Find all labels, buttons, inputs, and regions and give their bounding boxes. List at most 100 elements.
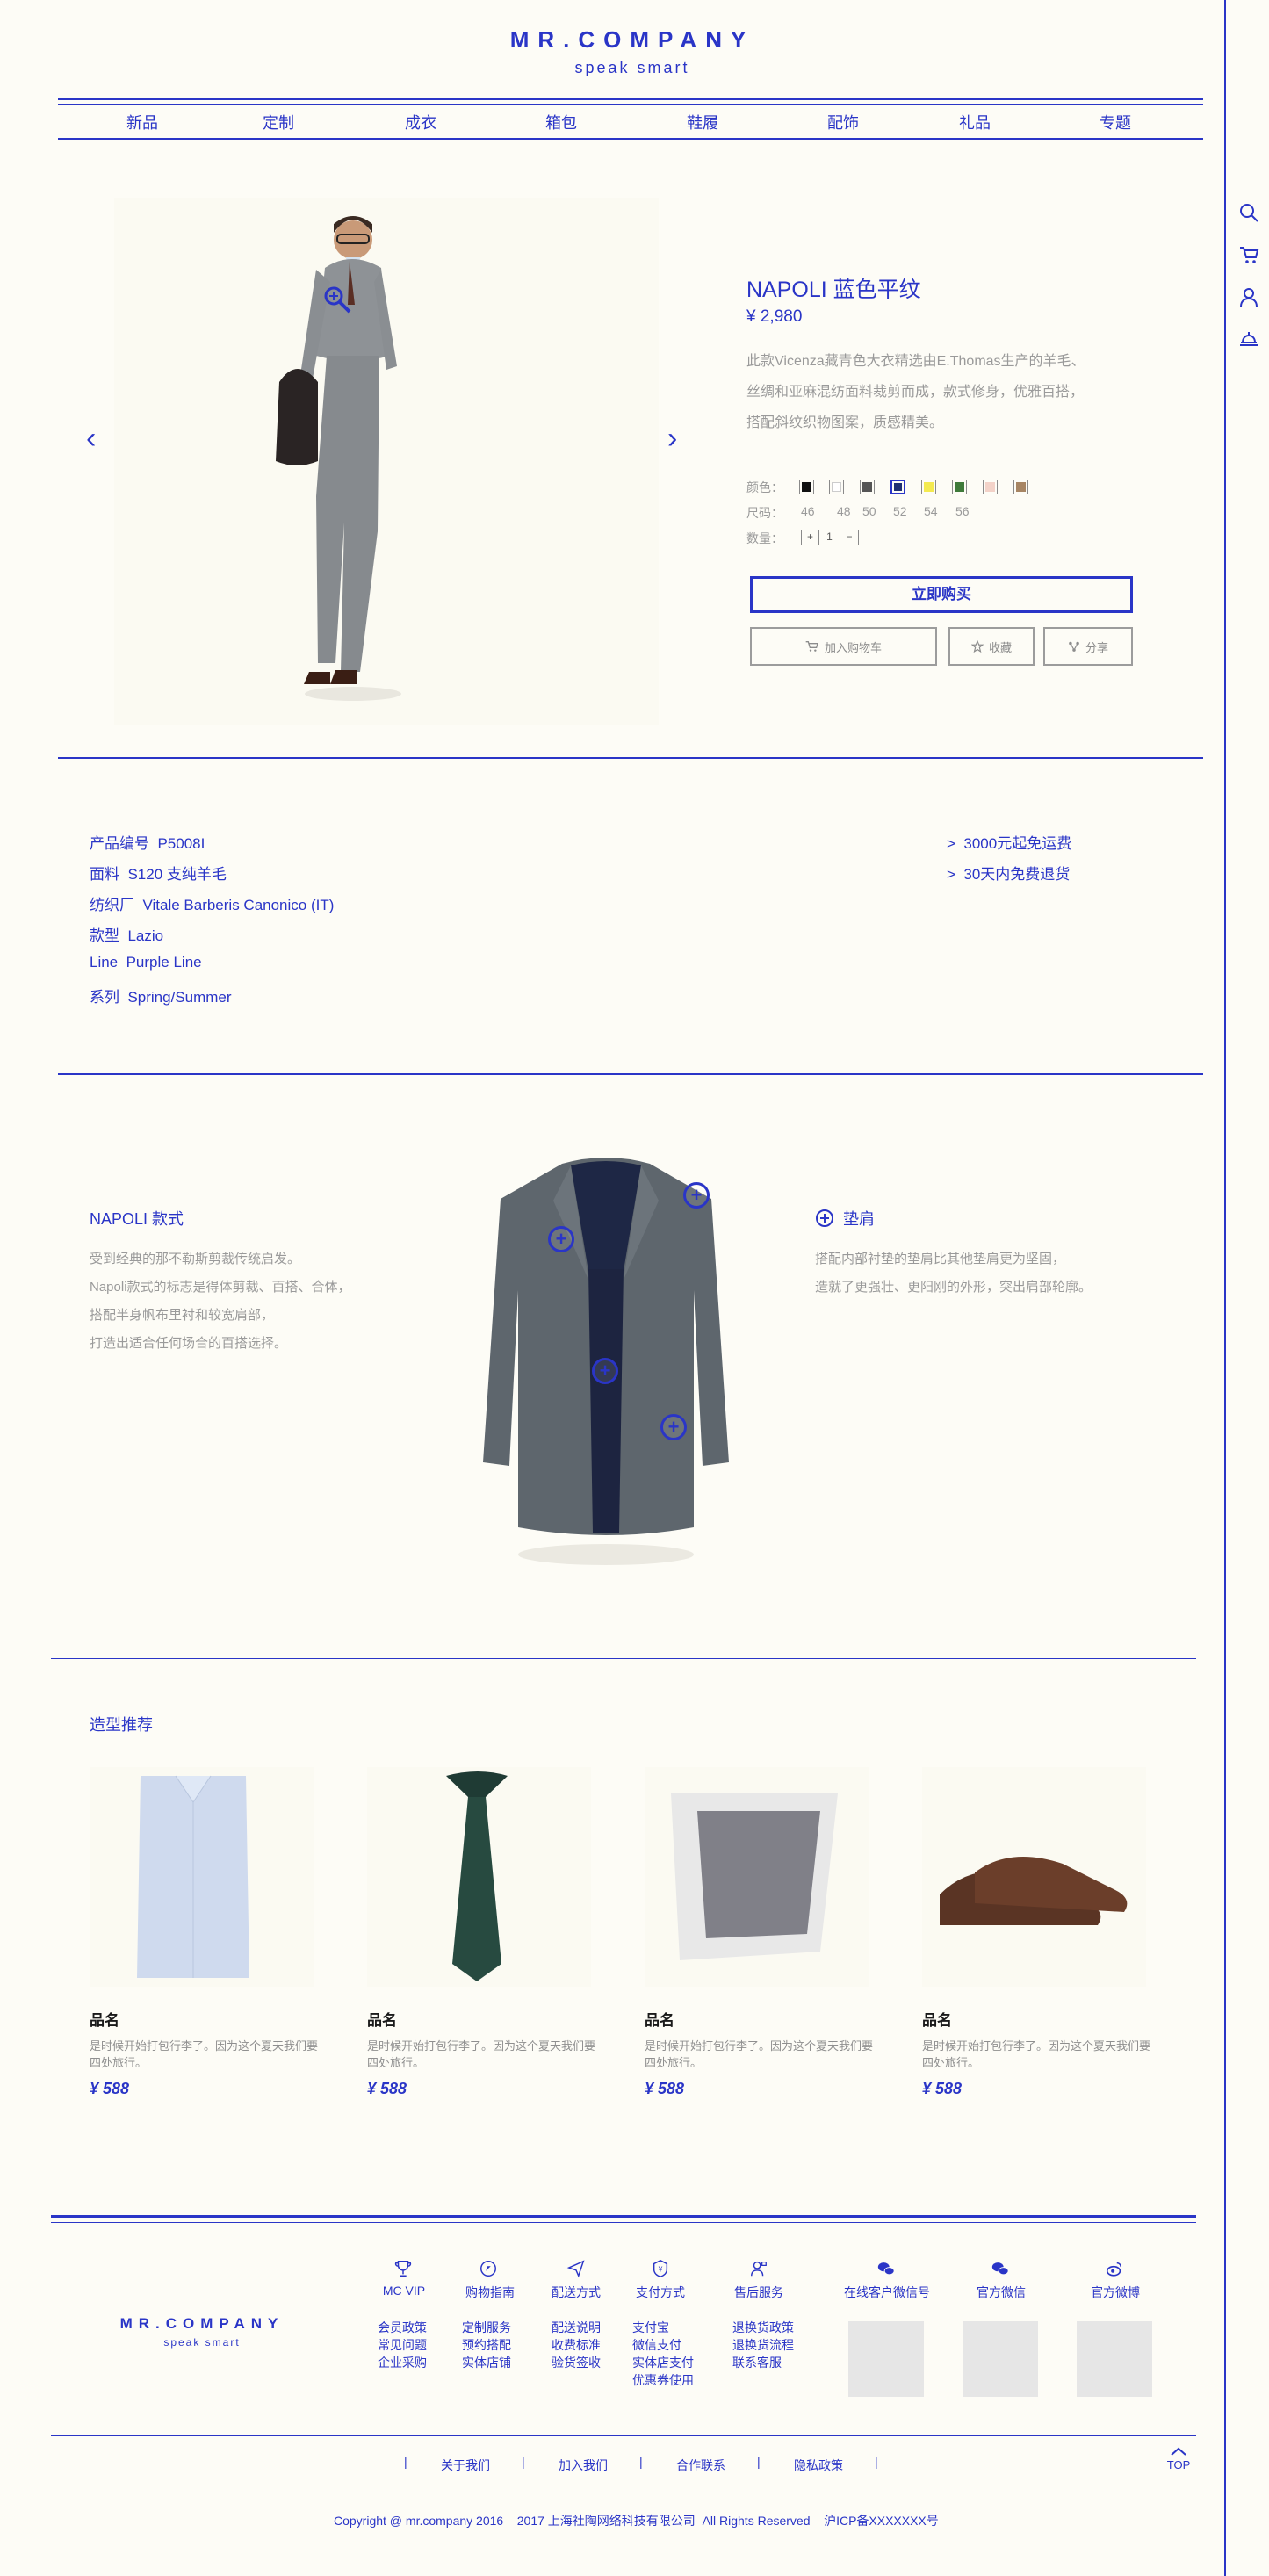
rec-item-shoes-image[interactable] <box>922 1767 1146 1987</box>
quantity-label: 数量： <box>746 531 783 545</box>
nav-item-shoes[interactable]: 鞋履 <box>667 111 738 133</box>
size-option[interactable]: 48 <box>837 504 851 518</box>
share-label: 分享 <box>1085 640 1108 654</box>
hotspot-plus-icon[interactable]: + <box>660 1414 687 1440</box>
footer-separator: | <box>404 2455 407 2469</box>
rec-item-price: ¥ 588 <box>367 2080 407 2097</box>
rec-item-shirt-image[interactable] <box>90 1767 314 1987</box>
nav-item-topics[interactable]: 专题 <box>1080 111 1150 133</box>
footer-col-title[interactable]: MC VIP <box>371 2284 437 2298</box>
size-option[interactable]: 52 <box>893 504 907 518</box>
chevron-up-icon <box>1171 2447 1186 2456</box>
rec-item-tie-image[interactable] <box>367 1767 591 1987</box>
paper-plane-icon <box>566 2260 585 2278</box>
style-description: 受到经典的那不勒斯剪裁传统启发。 Napoli款式的标志是得体剪裁、百搭、合体，… <box>90 1245 351 1358</box>
footer-social-title: 官方微博 <box>1091 2285 1140 2299</box>
spec-value: Vitale Barberis Canonico (IT) <box>142 897 335 913</box>
size-option[interactable]: 54 <box>924 504 938 518</box>
footer-link[interactable]: 联系客服 <box>732 2354 794 2371</box>
favorite-button[interactable]: 收藏 <box>948 627 1035 666</box>
footer-link[interactable]: 实体店铺 <box>462 2354 511 2371</box>
perk-label: 3000元起免运费 <box>963 835 1072 852</box>
footer-link-join[interactable]: 加入我们 <box>559 2457 608 2474</box>
svg-text:¥: ¥ <box>658 2266 663 2274</box>
quantity-increase-button[interactable]: + <box>802 530 819 545</box>
user-icon[interactable] <box>1238 286 1259 307</box>
color-swatch-gray[interactable] <box>860 480 875 494</box>
footer-link[interactable]: 常见问题 <box>378 2336 427 2354</box>
zoom-icon[interactable] <box>323 285 353 315</box>
description-line: 此款Vicenza藏青色大衣精选由E.Thomas生产的羊毛、 <box>746 354 1085 369</box>
hotspot-plus-icon[interactable]: + <box>548 1226 574 1252</box>
footer-link[interactable]: 配送说明 <box>552 2319 601 2336</box>
nav-item-new[interactable]: 新品 <box>107 111 177 133</box>
cart-icon[interactable] <box>1238 244 1259 265</box>
color-swatch-green[interactable] <box>952 480 967 494</box>
spec-value: Purple Line <box>126 954 202 971</box>
nav-item-gifts[interactable]: 礼品 <box>940 111 1010 133</box>
footer-link[interactable]: 收费标准 <box>552 2336 601 2354</box>
size-option[interactable]: 50 <box>862 504 876 518</box>
gallery-next-arrow[interactable]: › <box>667 422 677 456</box>
size-label: 尺码： <box>746 506 783 520</box>
footer-link-partner[interactable]: 合作联系 <box>676 2457 725 2474</box>
size-option[interactable]: 56 <box>955 504 970 518</box>
footer-col-title[interactable]: 售后服务 <box>725 2284 792 2301</box>
rec-item-pocket-square-image[interactable] <box>645 1767 869 1987</box>
footer-link[interactable]: 验货签收 <box>552 2354 601 2371</box>
hotspot-plus-icon[interactable]: + <box>683 1182 710 1209</box>
gallery-prev-arrow[interactable]: ‹ <box>86 422 96 456</box>
footer-col-title[interactable]: 支付方式 <box>627 2284 694 2301</box>
footer-link-privacy[interactable]: 隐私政策 <box>794 2457 843 2474</box>
search-icon[interactable] <box>1238 202 1259 223</box>
footer-link[interactable]: 支付宝 <box>632 2319 694 2336</box>
favorite-label: 收藏 <box>988 640 1012 654</box>
share-button[interactable]: 分享 <box>1043 627 1133 666</box>
back-to-top-label: TOP <box>1166 2458 1191 2471</box>
color-swatch-white[interactable] <box>829 480 844 494</box>
footer-link[interactable]: 预约搭配 <box>462 2336 511 2354</box>
copyright: Copyright @ mr.company 2016 – 2017 上海社陶网… <box>334 2514 939 2528</box>
footer-logo-text: MR.COMPANY <box>119 2315 285 2332</box>
product-price: ¥ 2,980 <box>746 307 803 326</box>
wechat-icon <box>877 2262 895 2276</box>
footer-link[interactable]: 定制服务 <box>462 2319 511 2336</box>
footer-link[interactable]: 优惠券使用 <box>632 2371 694 2389</box>
brand-logo[interactable]: MR.COMPANY speak smart <box>474 26 790 77</box>
footer-link[interactable]: 会员政策 <box>378 2319 427 2336</box>
footer-link[interactable]: 实体店支付 <box>632 2354 694 2371</box>
footer-col-links: 定制服务 预约搭配 实体店铺 <box>462 2319 511 2371</box>
perk-free-shipping[interactable]: > 3000元起免运费 <box>947 831 1071 853</box>
back-to-top-button[interactable]: TOP <box>1161 2445 1196 2471</box>
size-option[interactable]: 46 <box>801 504 815 518</box>
perk-free-returns[interactable]: > 30天内免费退货 <box>947 862 1070 884</box>
nav-item-bags[interactable]: 箱包 <box>526 111 596 133</box>
footer-link[interactable]: 退换货流程 <box>732 2336 794 2354</box>
feature-description-line: 造就了更强壮、更阳刚的外形，突出肩部轮廓。 <box>815 1280 1092 1295</box>
color-swatch-tan[interactable] <box>1013 480 1028 494</box>
service-bell-icon[interactable] <box>1238 327 1259 348</box>
footer-logo[interactable]: MR.COMPANY speak smart <box>88 2315 316 2349</box>
footer-col-title[interactable]: 配送方式 <box>543 2284 609 2301</box>
feature-shoulder-pad[interactable]: 垫肩 <box>815 1207 875 1230</box>
compass-icon <box>480 2261 496 2277</box>
color-swatch-navy-selected[interactable] <box>890 480 905 494</box>
color-swatch-yellow[interactable] <box>921 480 936 494</box>
footer-social-title: 在线客户微信号 <box>844 2285 930 2299</box>
footer-link[interactable]: 微信支付 <box>632 2336 694 2354</box>
qr-code-official-wechat <box>963 2321 1038 2397</box>
nav-item-ready-made[interactable]: 成衣 <box>386 111 456 133</box>
footer-link-about[interactable]: 关于我们 <box>441 2457 490 2474</box>
hotspot-plus-icon[interactable]: + <box>592 1358 618 1384</box>
buy-now-button[interactable]: 立即购买 <box>750 576 1133 613</box>
nav-item-accessories[interactable]: 配饰 <box>808 111 878 133</box>
quantity-value[interactable]: 1 <box>819 530 840 545</box>
color-swatch-pink[interactable] <box>983 480 998 494</box>
footer-link[interactable]: 退换货政策 <box>732 2319 794 2336</box>
footer-link[interactable]: 企业采购 <box>378 2354 427 2371</box>
footer-col-title[interactable]: 购物指南 <box>457 2284 523 2301</box>
color-swatch-black[interactable] <box>799 480 814 494</box>
add-to-cart-button[interactable]: 加入购物车 <box>750 627 937 666</box>
quantity-decrease-button[interactable]: − <box>840 530 858 545</box>
nav-item-custom[interactable]: 定制 <box>243 111 314 133</box>
